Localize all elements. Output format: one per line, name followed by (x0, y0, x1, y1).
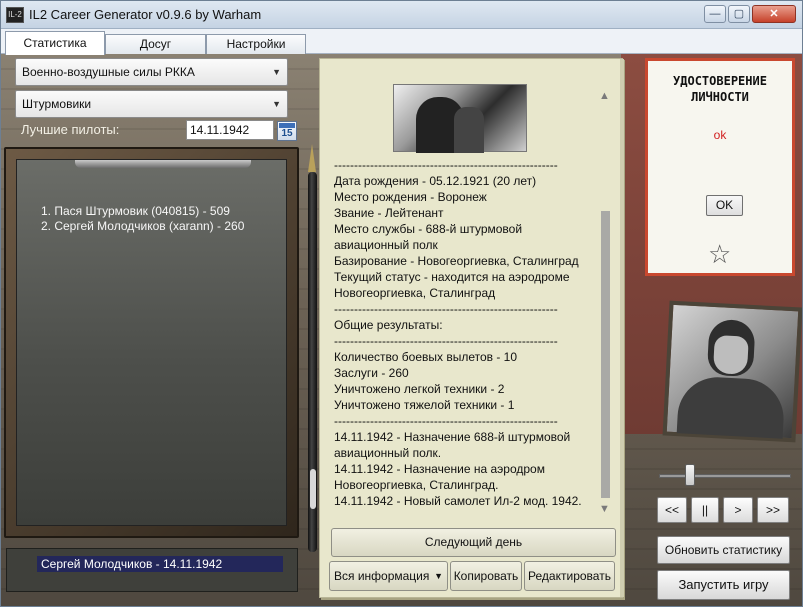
record-line: авиационный полк. (334, 446, 442, 460)
pilot-list[interactable]: Сергей Молодчиков - 14.11.1942 (6, 548, 298, 592)
app-window: IL-2 IL2 Career Generator v0.9.6 by Warh… (0, 0, 803, 607)
scroll-up-icon[interactable]: ▲ (599, 90, 610, 102)
air-force-select-value: Военно-воздушные силы РККА (22, 65, 195, 79)
scrollbar[interactable] (601, 211, 610, 498)
chevron-down-icon: ▼ (434, 571, 443, 581)
statistics-panel: Военно-воздушные силы РККА ▼ Штурмовики … (1, 54, 802, 606)
unit-type-select[interactable]: Штурмовики ▼ (15, 90, 288, 118)
record-line: Уничтожено легкой техники - 2 (334, 382, 505, 396)
pen-clip (310, 469, 316, 509)
info-mode-value: Вся информация (334, 569, 430, 583)
launch-game-button[interactable]: Запустить игру (657, 570, 790, 600)
id-card-title: УДОСТОВЕРЕНИЕ ЛИЧНОСТИ (673, 74, 767, 104)
record-line: ----------------------------------------… (334, 302, 558, 316)
service-record-notebook: ▲ ▼ ------------------------------------… (319, 58, 624, 598)
record-line: ----------------------------------------… (334, 414, 558, 428)
record-line: Заслуги - 260 (334, 366, 409, 380)
app-icon: IL-2 (6, 7, 24, 23)
record-line: Базирование - Новогеоргиевка, Сталинград (334, 254, 579, 268)
info-mode-select[interactable]: Вся информация ▼ (329, 561, 448, 591)
record-line: Уничтожено тяжелой техники - 1 (334, 398, 515, 412)
air-force-select[interactable]: Военно-воздушные силы РККА ▼ (15, 58, 288, 86)
lamp (75, 160, 251, 168)
record-line: 14.11.1942 - Новый самолет Ил-2 мод. 194… (334, 494, 582, 508)
record-line: Общие результаты: (334, 318, 443, 332)
tab-leisure[interactable]: Досуг (105, 34, 206, 54)
tab-bar: Статистика Досуг Настройки (1, 29, 802, 55)
id-card-status: ok (713, 128, 727, 142)
portrait-face (712, 335, 749, 375)
record-line: 14.11.1942 - Назначение 688-й штурмовой (334, 430, 571, 444)
rewind-button[interactable]: << (657, 497, 687, 523)
chevron-down-icon: ▼ (272, 99, 281, 109)
id-card: УДОСТОВЕРЕНИЕ ЛИЧНОСТИ ok OK ☆ (645, 58, 795, 276)
next-day-button[interactable]: Следующий день (331, 528, 616, 557)
best-pilots-label: Лучшие пилоты: (21, 122, 120, 137)
record-line: Новогеоргиевка, Сталинград. (334, 478, 499, 492)
record-line: Текущий статус - находится на аэродроме (334, 270, 570, 284)
play-button[interactable]: > (723, 497, 753, 523)
slider-thumb[interactable] (685, 464, 695, 486)
star-icon: ☆ (708, 239, 732, 269)
best-pilots-list[interactable]: 1. Пася Штурмовик (040815) - 509 2. Серг… (41, 204, 281, 234)
scroll-down-icon[interactable]: ▼ (599, 503, 610, 515)
service-record-text: ----------------------------------------… (334, 157, 594, 509)
calendar-button[interactable]: 15 (277, 121, 297, 141)
calendar-day: 15 (281, 128, 293, 139)
maximize-button[interactable]: ▢ (728, 5, 750, 23)
close-button[interactable]: ✕ (752, 5, 796, 23)
record-line: ----------------------------------------… (334, 158, 558, 172)
record-line: ----------------------------------------… (334, 334, 558, 348)
copy-button[interactable]: Копировать (450, 561, 522, 591)
date-field[interactable]: 14.11.1942 (186, 120, 274, 140)
record-line: Место службы - 688-й штурмовой (334, 222, 523, 236)
record-line: Количество боевых вылетов - 10 (334, 350, 518, 364)
speed-slider[interactable] (659, 474, 791, 478)
record-line: 14.11.1942 - Назначение на аэродром (334, 462, 545, 476)
list-item[interactable]: 1. Пася Штурмовик (040815) - 509 (41, 204, 281, 219)
pen-nib (308, 144, 316, 172)
portrait-photo (662, 300, 802, 443)
record-line: Новогеоргиевка, Сталинград (334, 286, 496, 300)
fast-forward-button[interactable]: >> (757, 497, 789, 523)
title-bar[interactable]: IL-2 IL2 Career Generator v0.9.6 by Warh… (1, 1, 802, 29)
refresh-stats-button[interactable]: Обновить статистику (657, 536, 790, 564)
record-line: Место рождения - Воронеж (334, 190, 487, 204)
list-item-selected[interactable]: Сергей Молодчиков - 14.11.1942 (37, 556, 283, 572)
chevron-down-icon: ▼ (272, 67, 281, 77)
window-title: IL2 Career Generator v0.9.6 by Warham (29, 7, 262, 22)
list-item[interactable]: 2. Сергей Молодчиков (xarann) - 260 (41, 219, 281, 234)
chalkboard: 1. Пася Штурмовик (040815) - 509 2. Серг… (4, 147, 299, 538)
chalkboard-surface: 1. Пася Штурмовик (040815) - 509 2. Серг… (16, 159, 287, 526)
pause-button[interactable]: || (691, 497, 719, 523)
pilot-photo (393, 84, 527, 153)
minimize-button[interactable]: — (704, 5, 726, 23)
tab-statistics[interactable]: Статистика (5, 31, 105, 55)
record-line: Звание - Лейтенант (334, 206, 444, 220)
unit-type-select-value: Штурмовики (22, 97, 92, 111)
tab-settings[interactable]: Настройки (206, 34, 306, 54)
photo-figure (454, 107, 484, 153)
record-line: авиационный полк (334, 238, 438, 252)
edit-button[interactable]: Редактировать (524, 561, 615, 591)
record-line: Дата рождения - 05.12.1921 (20 лет) (334, 174, 537, 188)
ok-button[interactable]: OK (706, 195, 743, 216)
portrait-body (676, 375, 786, 439)
